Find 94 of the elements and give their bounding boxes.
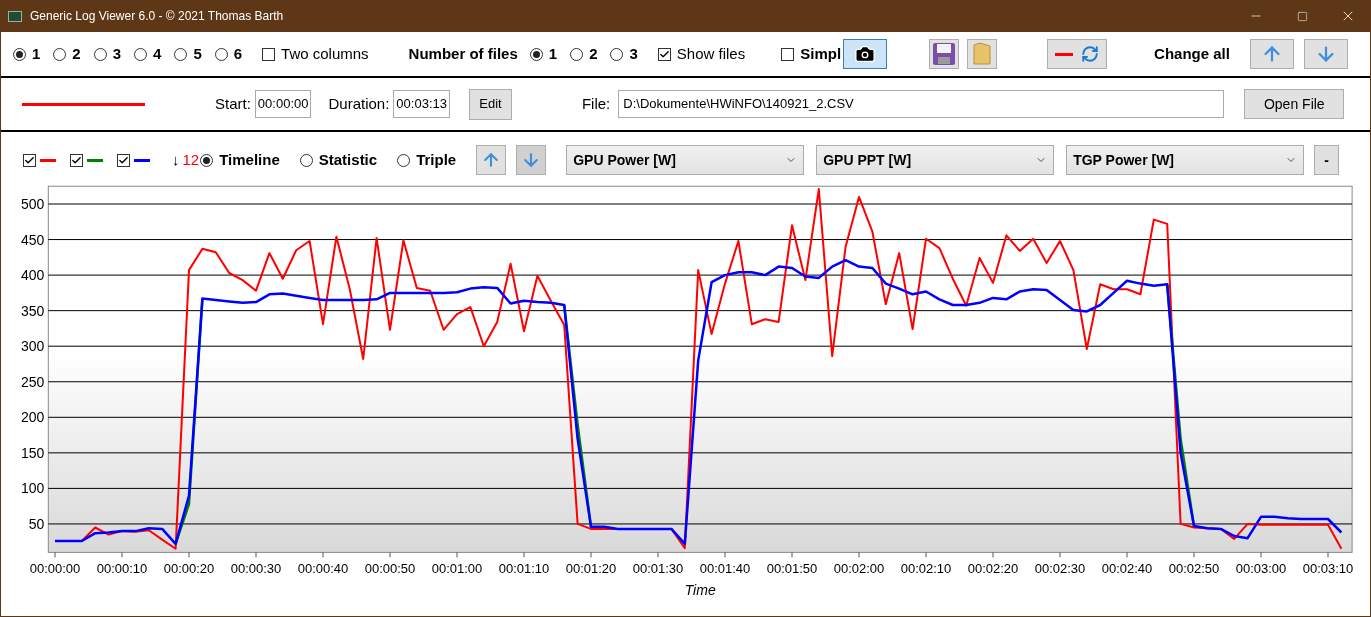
radio-button[interactable] <box>570 47 584 61</box>
file-path-field[interactable]: D:\Dokumente\HWiNFO\140921_2.CSV <box>618 90 1225 118</box>
checkbox-label: Two columns <box>281 43 369 64</box>
remove-button[interactable]: - <box>1314 145 1340 175</box>
radio-label: 3 <box>112 43 122 64</box>
radio-button[interactable] <box>134 47 148 61</box>
x-tick-label: 00:01:20 <box>565 561 617 577</box>
radio-button[interactable] <box>13 47 26 61</box>
move-down-button[interactable] <box>1303 39 1348 69</box>
checkbox[interactable] <box>262 47 276 61</box>
move-up-button[interactable] <box>1249 39 1294 69</box>
radio-label: 5 <box>193 43 202 64</box>
sensor-dropdown[interactable]: TGP Power [W] <box>1066 145 1305 175</box>
x-tick-label: 00:02:10 <box>900 561 952 577</box>
x-tick-label: 00:00:50 <box>364 561 416 577</box>
y-tick-label: 400 <box>20 267 45 284</box>
save-button[interactable] <box>929 39 960 69</box>
x-tick-label: 00:02:40 <box>1101 561 1153 577</box>
y-tick-label: 200 <box>20 409 45 426</box>
move-down-button[interactable] <box>516 145 547 175</box>
sort-arrow: ↓ <box>172 149 180 170</box>
y-tick-label: 50 <box>28 515 45 532</box>
duration-field[interactable]: 00:03:13 <box>393 90 450 118</box>
x-tick-label: 00:00:10 <box>96 561 148 577</box>
radio-button[interactable] <box>397 153 411 167</box>
duration-label: Duration: <box>328 93 390 114</box>
radio-label: 2 <box>72 43 81 64</box>
count-label: 12 <box>182 149 200 170</box>
section-label: Number of files <box>408 43 518 64</box>
radio-button[interactable] <box>174 47 188 61</box>
refresh-icon <box>1081 45 1100 63</box>
window-title: Generic Log Viewer 6.0 - © 2021 Thomas Barth <box>30 8 284 25</box>
y-tick-label: 350 <box>20 302 45 319</box>
x-tick-label: 00:01:50 <box>766 561 818 577</box>
y-tick-label: 150 <box>20 444 45 461</box>
y-tick-label: 500 <box>20 196 45 212</box>
radio-label: 4 <box>153 43 162 64</box>
checkbox[interactable] <box>23 153 36 167</box>
x-tick-label: 00:01:40 <box>699 561 751 577</box>
open-file-button[interactable]: Open File <box>1244 89 1345 119</box>
camera-button[interactable] <box>843 39 888 69</box>
checkbox[interactable] <box>657 47 671 61</box>
x-tick-label: 00:01:30 <box>632 561 684 577</box>
checkbox[interactable] <box>117 153 130 167</box>
app-icon <box>8 10 22 22</box>
y-tick-label: 300 <box>20 338 45 355</box>
radio-label: Statistic <box>318 149 378 170</box>
x-tick-label: 00:01:00 <box>431 561 483 577</box>
checkbox[interactable] <box>70 153 83 167</box>
checkbox[interactable] <box>781 47 795 61</box>
sensor-dropdown[interactable]: GPU PPT [W] <box>816 145 1055 175</box>
radio-label: 1 <box>32 43 41 64</box>
start-field[interactable]: 00:00:00 <box>254 90 312 118</box>
radio-label: Timeline <box>219 149 280 170</box>
radio-label: 1 <box>548 43 558 64</box>
radio-button[interactable] <box>53 47 67 61</box>
x-tick-label: 00:00:00 <box>29 561 81 577</box>
radio-button[interactable] <box>529 47 543 61</box>
radio-button[interactable] <box>93 47 107 61</box>
edit-button[interactable]: Edit <box>468 88 512 120</box>
radio-label: 2 <box>589 43 598 64</box>
file-label: File: <box>581 93 611 114</box>
swap-color-button[interactable] <box>1047 39 1108 69</box>
checkbox-label: Simpl <box>800 43 842 64</box>
maximize-icon <box>1296 10 1308 22</box>
x-tick-label: 00:03:00 <box>1235 561 1287 577</box>
radio-button[interactable] <box>299 153 313 167</box>
x-tick-label: 00:02:30 <box>1034 561 1086 577</box>
sensor-dropdown[interactable]: GPU Power [W] <box>566 145 805 175</box>
x-tick-label: 00:01:10 <box>498 561 550 577</box>
line-sample <box>1055 52 1074 56</box>
y-tick-label: 250 <box>20 373 45 390</box>
change-all-label: Change all <box>1154 43 1230 64</box>
camera-icon <box>854 43 877 65</box>
radio-button[interactable] <box>200 153 214 167</box>
radio-label: 6 <box>233 43 243 64</box>
axis-title: Time <box>684 582 716 599</box>
move-up-button[interactable] <box>476 145 507 175</box>
checkbox-label: Show files <box>676 43 746 64</box>
x-tick-label: 00:00:30 <box>230 561 282 577</box>
radio-button[interactable] <box>610 47 624 61</box>
radio-label: Triple <box>416 149 457 170</box>
folder-icon <box>972 42 993 66</box>
x-tick-label: 00:02:20 <box>967 561 1019 577</box>
radio-label: 3 <box>629 43 638 64</box>
x-tick-label: 00:00:20 <box>163 561 215 577</box>
x-tick-label: 00:00:40 <box>297 561 349 577</box>
x-tick-label: 00:02:00 <box>833 561 885 577</box>
start-label: Start: <box>215 93 251 114</box>
x-tick-label: 00:03:10 <box>1302 561 1354 577</box>
y-tick-label: 450 <box>20 231 45 248</box>
radio-button[interactable] <box>214 47 228 61</box>
y-tick-label: 100 <box>20 480 45 497</box>
x-tick-label: 00:02:50 <box>1168 561 1220 577</box>
